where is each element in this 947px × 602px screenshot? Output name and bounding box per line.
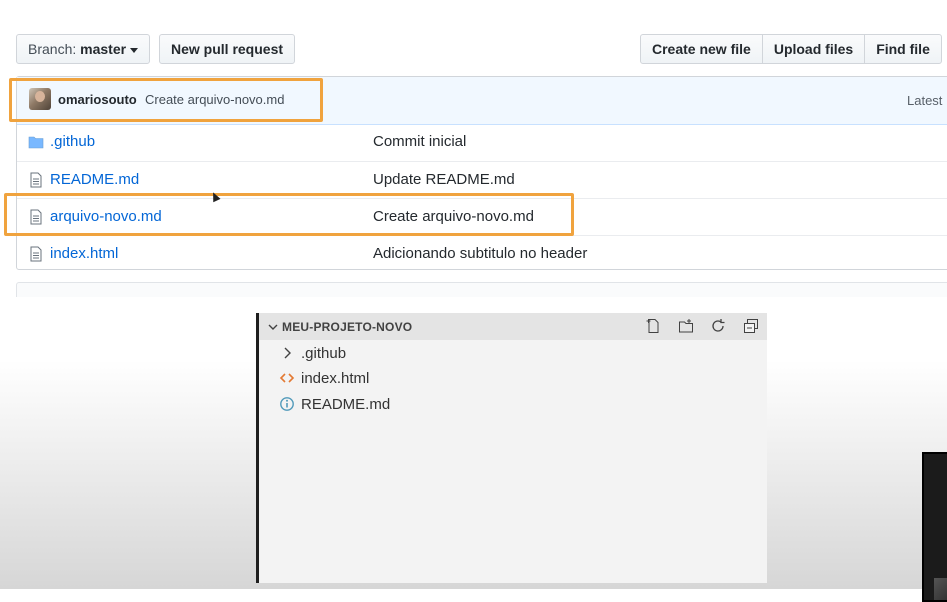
video-overlay-edge xyxy=(922,452,947,602)
branch-select-button[interactable]: Branch: master xyxy=(16,34,151,64)
file-name[interactable]: README.md xyxy=(50,171,139,188)
highlight-box-file-row xyxy=(4,193,574,236)
chevron-right-icon xyxy=(284,347,291,359)
table-footer xyxy=(16,282,947,297)
explorer-item-index-html[interactable]: index.html xyxy=(259,366,767,390)
explorer-title: MEU-PROJETO-NOVO xyxy=(282,320,413,334)
upload-files-button[interactable]: Upload files xyxy=(761,34,866,64)
file-row[interactable]: index.html Adicionando subtitulo no head… xyxy=(17,235,947,273)
branch-prefix: Branch: xyxy=(28,41,77,57)
explorer-item-label: README.md xyxy=(301,396,391,413)
latest-commit-label: Latest xyxy=(907,93,943,108)
file-commit-message[interactable]: Commit inicial xyxy=(373,133,466,150)
file-commit-message[interactable]: Adicionando subtitulo no header xyxy=(373,245,587,262)
html-icon xyxy=(279,373,295,383)
refresh-icon[interactable] xyxy=(710,318,726,334)
explorer-header[interactable]: MEU-PROJETO-NOVO xyxy=(259,313,767,340)
file-icon xyxy=(30,246,42,262)
file-name[interactable]: index.html xyxy=(50,245,118,262)
explorer-item-readme[interactable]: README.md xyxy=(259,392,767,416)
file-actions-group: Create new file Upload files Find file xyxy=(640,34,942,64)
explorer-item-github[interactable]: .github xyxy=(259,341,767,365)
new-file-icon[interactable] xyxy=(645,318,661,334)
new-pull-request-button[interactable]: New pull request xyxy=(159,34,296,64)
find-file-button[interactable]: Find file xyxy=(864,34,942,64)
info-icon xyxy=(280,397,294,411)
explorer-item-label: index.html xyxy=(301,370,370,387)
file-commit-message[interactable]: Update README.md xyxy=(373,171,515,188)
branch-name: master xyxy=(80,41,127,57)
folder-icon xyxy=(28,136,44,149)
file-row[interactable]: .github Commit inicial xyxy=(17,124,947,161)
caret-down-icon xyxy=(130,47,139,53)
file-name[interactable]: .github xyxy=(50,133,95,150)
collapse-all-icon[interactable] xyxy=(743,318,759,334)
chevron-down-icon[interactable] xyxy=(267,321,279,333)
create-new-file-button[interactable]: Create new file xyxy=(640,34,763,64)
file-icon xyxy=(30,172,42,188)
vscode-explorer-panel: MEU-PROJETO-NOVO .github index.html READ… xyxy=(256,313,767,583)
explorer-item-label: .github xyxy=(301,345,347,362)
new-folder-icon[interactable] xyxy=(678,318,694,334)
highlight-box-commit xyxy=(9,78,323,122)
